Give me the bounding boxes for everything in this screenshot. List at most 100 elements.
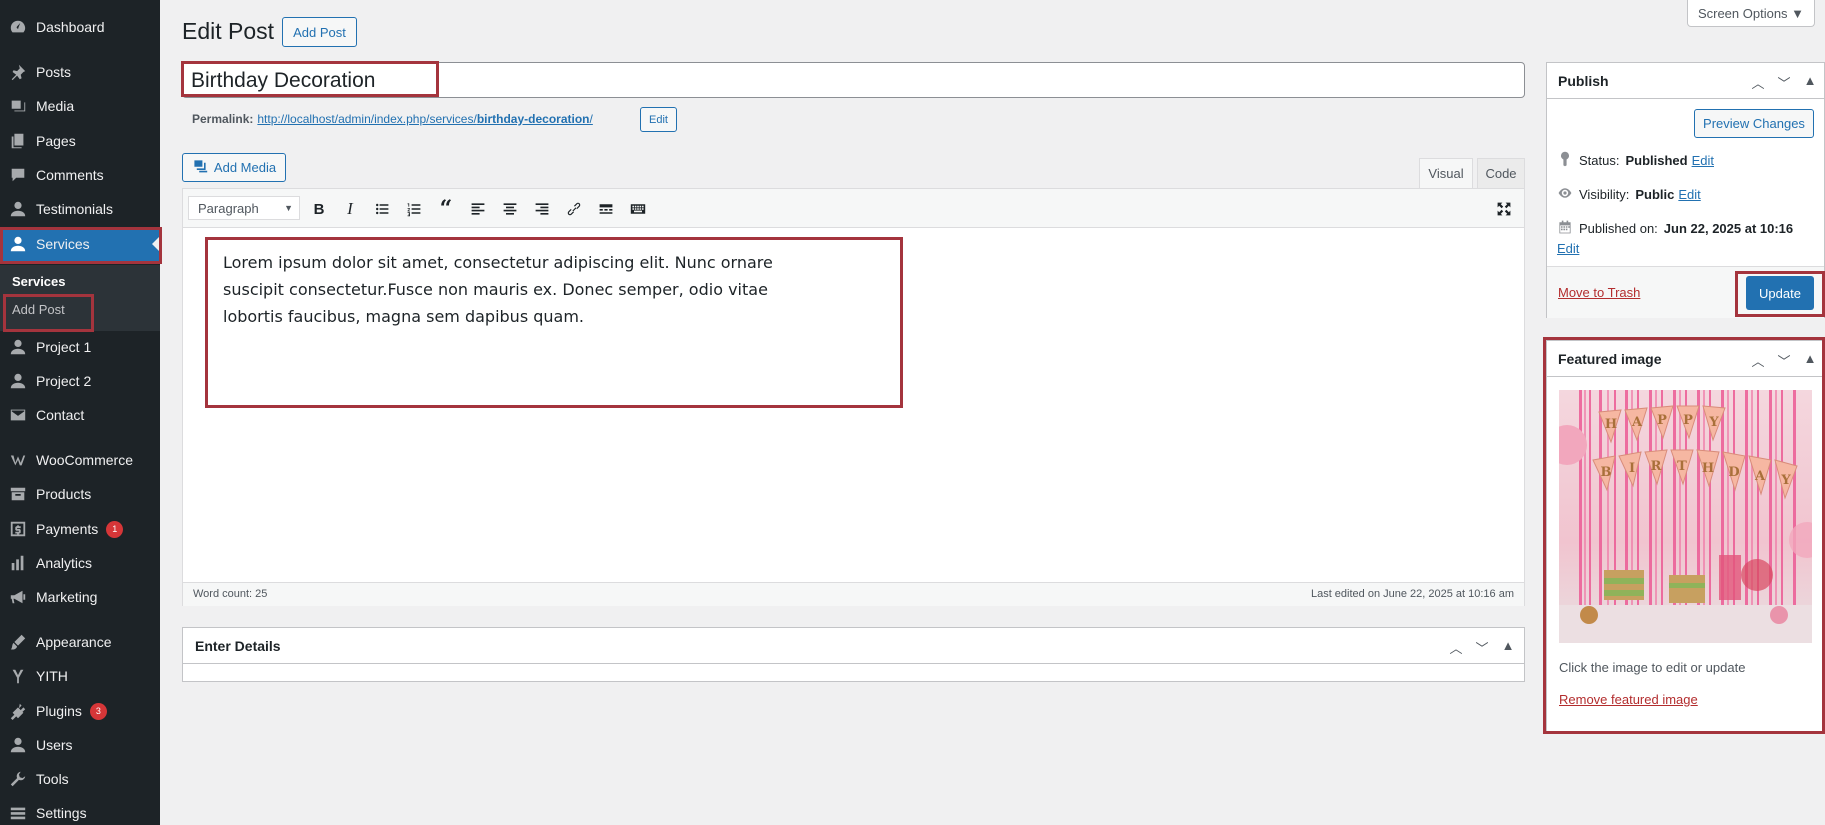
read-more-icon[interactable] — [592, 197, 620, 221]
permalink-edit-button[interactable]: Edit — [640, 107, 677, 132]
sidebar-item-label: YITH — [36, 668, 68, 684]
plugins-count-badge: 3 — [89, 702, 107, 720]
sidebar-item-label: Products — [36, 486, 92, 502]
sidebar-item-plugins[interactable]: Plugins 3 — [0, 694, 160, 728]
caret-down-icon: ▼ — [284, 203, 293, 213]
visibility-value: Public — [1635, 187, 1675, 202]
settings-icon — [0, 804, 36, 822]
tab-code[interactable]: Code — [1477, 158, 1525, 188]
sidebar-item-marketing[interactable]: Marketing — [0, 580, 160, 614]
add-media-label: Add Media — [213, 160, 277, 175]
user-icon — [0, 372, 36, 390]
screen-options-button[interactable]: Screen Options ▼ — [1687, 0, 1815, 27]
format-select[interactable]: Paragraph ▼ — [188, 196, 300, 220]
sidebar-item-appearance[interactable]: Appearance — [0, 625, 160, 659]
sidebar-item-label: Tools — [36, 771, 69, 787]
sidebar-item-project-1[interactable]: Project 1 — [0, 330, 160, 364]
payments-count-badge: 1 — [106, 520, 124, 538]
highlight-update — [1735, 271, 1825, 317]
tab-visual[interactable]: Visual — [1419, 158, 1473, 188]
user-icon — [0, 200, 36, 218]
user-icon — [0, 338, 36, 356]
sidebar-item-label: Posts — [36, 64, 72, 80]
edit-status-link[interactable]: Edit — [1692, 153, 1714, 168]
sidebar-item-contact[interactable]: Contact — [0, 398, 160, 432]
sidebar-item-products[interactable]: Products — [0, 477, 160, 511]
collapse-icon[interactable]: ▲ — [1500, 638, 1516, 657]
move-up-icon[interactable]: ︿ — [1448, 638, 1464, 657]
edit-visibility-link[interactable]: Edit — [1678, 187, 1700, 202]
edit-date-link[interactable]: Edit — [1557, 241, 1579, 256]
user-icon — [0, 736, 36, 754]
yith-icon — [0, 667, 36, 685]
dollar-icon — [0, 520, 36, 538]
enter-details-box: Enter Details ︿ ﹀ ▲ — [182, 627, 1525, 682]
highlight-content — [205, 237, 903, 408]
sidebar-item-label: Media — [36, 98, 75, 114]
bold-icon[interactable]: B — [305, 197, 333, 221]
sidebar-item-label: Users — [36, 737, 73, 753]
bullet-list-icon[interactable] — [368, 197, 396, 221]
sidebar-item-label: Marketing — [36, 589, 98, 605]
blockquote-icon[interactable]: “ — [432, 196, 460, 222]
link-icon[interactable] — [560, 197, 588, 221]
submenu-title[interactable]: Services — [12, 274, 66, 289]
eye-icon — [1557, 185, 1573, 204]
enter-details-title: Enter Details — [195, 638, 281, 654]
preview-changes-button[interactable]: Preview Changes — [1694, 109, 1814, 138]
add-media-button[interactable]: Add Media — [182, 153, 286, 182]
wrench-icon — [0, 770, 36, 788]
permalink-base: http://localhost/admin/index.php/service… — [257, 112, 477, 126]
sidebar-item-users[interactable]: Users — [0, 728, 160, 762]
align-left-icon[interactable] — [464, 197, 492, 221]
sidebar-item-analytics[interactable]: Analytics — [0, 546, 160, 580]
sidebar-item-project-2[interactable]: Project 2 — [0, 364, 160, 398]
sidebar-item-tools[interactable]: Tools — [0, 762, 160, 796]
sidebar-item-testimonials[interactable]: Testimonials — [0, 192, 160, 226]
move-to-trash-link[interactable]: Move to Trash — [1558, 285, 1640, 300]
permalink-row: Permalink: http://localhost/admin/index.… — [192, 112, 593, 126]
sidebar-item-payments[interactable]: Payments 1 — [0, 512, 160, 546]
editor-status-bar: Word count: 25 Last edited on June 22, 2… — [183, 582, 1524, 606]
sidebar-item-label: Settings — [36, 805, 87, 821]
italic-icon[interactable]: I — [336, 197, 364, 221]
mail-icon — [0, 406, 36, 424]
move-down-icon[interactable]: ﹀ — [1474, 638, 1490, 657]
fullscreen-icon[interactable] — [1490, 197, 1518, 221]
add-post-button[interactable]: Add Post — [282, 17, 357, 47]
highlight-services — [0, 227, 162, 264]
sidebar-item-settings[interactable]: Settings — [0, 796, 160, 825]
chart-icon — [0, 554, 36, 572]
comments-icon — [0, 166, 36, 184]
toolbar-toggle-icon[interactable] — [624, 197, 652, 221]
sidebar-item-label: Appearance — [36, 634, 112, 650]
align-right-icon[interactable] — [528, 197, 556, 221]
sidebar-item-label: Comments — [36, 167, 104, 183]
published-label: Published on: — [1579, 221, 1658, 236]
sidebar-item-comments[interactable]: Comments — [0, 158, 160, 192]
sidebar-item-label: Contact — [36, 407, 85, 423]
media-icon — [0, 97, 36, 115]
numbered-list-icon[interactable] — [400, 197, 428, 221]
sidebar-item-label: WooCommerce — [36, 452, 133, 468]
move-down-icon[interactable]: ﹀ — [1776, 73, 1792, 92]
published-on-row: Published on: Jun 22, 2025 at 10:16 — [1557, 219, 1793, 238]
sidebar-item-pages[interactable]: Pages — [0, 124, 160, 158]
align-center-icon[interactable] — [496, 197, 524, 221]
sidebar-item-woocommerce[interactable]: WooCommerce — [0, 443, 160, 477]
sidebar-item-yith[interactable]: YITH — [0, 659, 160, 693]
sidebar-item-dashboard[interactable]: Dashboard — [0, 10, 160, 44]
admin-sidebar: Dashboard Posts Media Pages Comments Tes… — [0, 0, 162, 825]
brush-icon — [0, 633, 36, 651]
sidebar-item-posts[interactable]: Posts — [0, 55, 160, 89]
sidebar-item-label: Analytics — [36, 555, 93, 571]
sidebar-item-media[interactable]: Media — [0, 89, 160, 123]
permalink-link[interactable]: http://localhost/admin/index.php/service… — [257, 112, 592, 126]
permalink-label: Permalink: — [192, 112, 254, 126]
calendar-icon — [1557, 219, 1573, 238]
add-media-icon — [192, 158, 208, 177]
move-up-icon[interactable]: ︿ — [1750, 73, 1766, 92]
sidebar-item-label: Testimonials — [36, 201, 114, 217]
collapse-icon[interactable]: ▲ — [1802, 73, 1818, 92]
woocommerce-icon — [0, 451, 36, 469]
